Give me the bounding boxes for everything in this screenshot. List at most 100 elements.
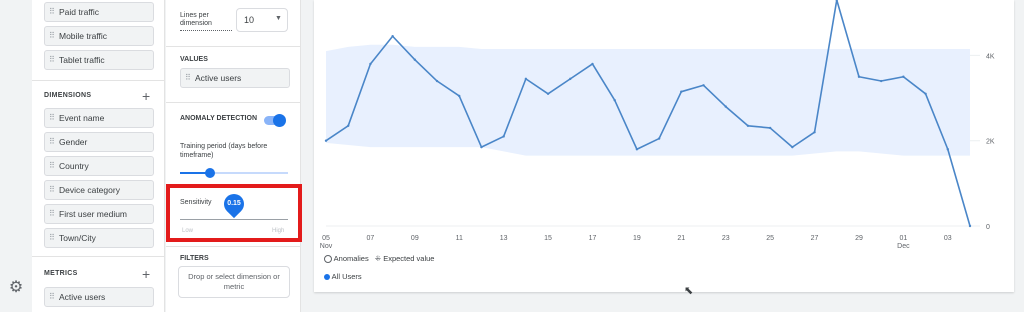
- slider-thumb[interactable]: [205, 168, 216, 178]
- x-tick-label: 25: [766, 235, 774, 242]
- data-point: [502, 135, 505, 138]
- dimension-label: Country: [59, 161, 89, 171]
- left-rail: [0, 0, 32, 312]
- x-tick-label: 09: [411, 235, 419, 242]
- drag-handle-icon[interactable]: ⠿: [49, 109, 55, 127]
- data-point: [946, 148, 949, 151]
- data-point: [902, 75, 905, 78]
- data-point: [480, 145, 483, 149]
- y-tick-label: 0: [986, 224, 990, 231]
- lines-per-dimension-label: Lines per dimension: [180, 12, 232, 31]
- dimension-chip[interactable]: ⠿ First user medium: [44, 204, 154, 224]
- data-point: [724, 105, 727, 108]
- data-point: [746, 124, 750, 127]
- chevron-down-icon: ▼: [275, 15, 282, 22]
- metric-label: Active users: [59, 292, 106, 302]
- x-tick-label: 01: [899, 235, 907, 242]
- segment-chip[interactable]: ⠿ Mobile traffic: [44, 26, 154, 46]
- dimension-label: Town/City: [59, 233, 96, 243]
- x-tick-label: 19: [633, 235, 641, 242]
- legend-series-label: All Users: [331, 272, 362, 281]
- expected-range-band: [326, 44, 970, 156]
- legend-anomalies[interactable]: Anomalies ⁜ Expected value: [324, 254, 435, 264]
- sensitivity-highlight-box: [166, 184, 302, 242]
- drag-handle-icon[interactable]: ⠿: [49, 133, 55, 151]
- drag-handle-icon[interactable]: ⠿: [49, 27, 55, 45]
- add-dimension-icon[interactable]: +: [142, 89, 150, 103]
- segment-label: Paid traffic: [59, 7, 100, 17]
- dimension-chip[interactable]: ⠿ Event name: [44, 108, 154, 128]
- data-point: [458, 94, 461, 98]
- anomaly-detection-toggle[interactable]: [264, 114, 286, 127]
- dimension-label: Event name: [59, 113, 105, 123]
- add-metric-icon[interactable]: +: [142, 267, 150, 281]
- divider: [32, 80, 164, 81]
- x-tick-label: 11: [456, 235, 463, 242]
- legend-anomalies-label: Anomalies: [333, 254, 369, 263]
- data-point: [347, 124, 350, 127]
- metrics-heading: METRICS: [44, 270, 78, 277]
- data-point: [369, 62, 372, 66]
- data-point: [524, 77, 528, 81]
- data-point: [391, 35, 394, 38]
- y-tick-label: 4K: [986, 53, 995, 60]
- training-period-label: Training period (days before timeframe): [180, 143, 268, 159]
- x-month-label: Dec: [897, 243, 910, 250]
- data-point: [857, 75, 861, 78]
- lines-per-dimension-select[interactable]: 10 ▼: [236, 8, 288, 32]
- drag-handle-icon[interactable]: ⠿: [49, 205, 55, 223]
- drag-handle-icon[interactable]: ⠿: [49, 51, 55, 69]
- drag-handle-icon[interactable]: ⠿: [49, 157, 55, 175]
- filters-drop-zone[interactable]: Drop or select dimension or metric: [178, 266, 290, 298]
- drag-handle-icon[interactable]: ⠿: [49, 288, 55, 306]
- dimensions-heading: DIMENSIONS: [44, 92, 92, 99]
- divider: [166, 102, 300, 103]
- data-point: [968, 224, 972, 228]
- data-point: [879, 79, 883, 83]
- data-point: [435, 79, 439, 83]
- segment-chip[interactable]: ⠿ Paid traffic: [44, 2, 154, 22]
- divider: [32, 256, 164, 257]
- drag-handle-icon[interactable]: ⠿: [185, 69, 191, 87]
- metric-chip[interactable]: ⠿ Active users: [44, 287, 154, 307]
- legend-expected-label: Expected value: [383, 254, 435, 263]
- dimension-label: Gender: [59, 137, 88, 147]
- segment-chip[interactable]: ⠿ Tablet traffic: [44, 50, 154, 70]
- drag-handle-icon[interactable]: ⠿: [49, 181, 55, 199]
- data-point: [813, 130, 816, 134]
- chart-card: 0 2K 4K 05 07 09 11 13 15 17 19 21 23 25 27 29 01 03 Nov De…: [314, 0, 1014, 292]
- data-point: [569, 77, 572, 81]
- data-point: [702, 84, 705, 87]
- x-tick-label: 07: [367, 235, 375, 242]
- x-tick-label: 05: [322, 235, 330, 242]
- dimension-chip[interactable]: ⠿ Gender: [44, 132, 154, 152]
- x-tick-label: 15: [544, 235, 552, 242]
- data-point: [546, 92, 550, 96]
- data-point: [924, 92, 927, 96]
- legend-series[interactable]: All Users: [324, 272, 362, 281]
- tab-settings-panel: Lines per dimension 10 ▼ VALUES ⠿ Active …: [166, 0, 301, 312]
- data-point: [791, 145, 794, 149]
- values-chip[interactable]: ⠿ Active users: [180, 68, 290, 88]
- data-point: [324, 139, 328, 142]
- mouse-cursor-icon: ⬉: [684, 285, 694, 297]
- series-dot-icon: [324, 274, 330, 281]
- drag-handle-icon[interactable]: ⠿: [49, 3, 55, 21]
- dimension-chip[interactable]: ⠿ Country: [44, 156, 154, 176]
- segment-label: Mobile traffic: [59, 31, 108, 41]
- training-period-slider[interactable]: [180, 168, 288, 178]
- x-tick-label: 17: [589, 235, 597, 242]
- values-chip-label: Active users: [195, 73, 242, 83]
- filters-heading: FILTERS: [180, 255, 209, 262]
- x-tick-label: 03: [944, 235, 952, 242]
- expected-value-icon: ⁜: [374, 254, 382, 263]
- divider: [166, 246, 300, 247]
- anomaly-marker-icon: [324, 255, 332, 264]
- dimension-chip[interactable]: ⠿ Device category: [44, 180, 154, 200]
- data-point: [657, 137, 661, 140]
- y-tick-label: 2K: [986, 139, 995, 146]
- gear-icon[interactable]: ⚙: [8, 280, 24, 296]
- anomaly-line-chart[interactable]: 0 2K 4K 05 07 09 11 13 15 17 19 21 23 25 27 29 01 03 Nov De…: [314, 0, 1014, 292]
- drag-handle-icon[interactable]: ⠿: [49, 229, 55, 247]
- dimension-chip[interactable]: ⠿ Town/City: [44, 228, 154, 248]
